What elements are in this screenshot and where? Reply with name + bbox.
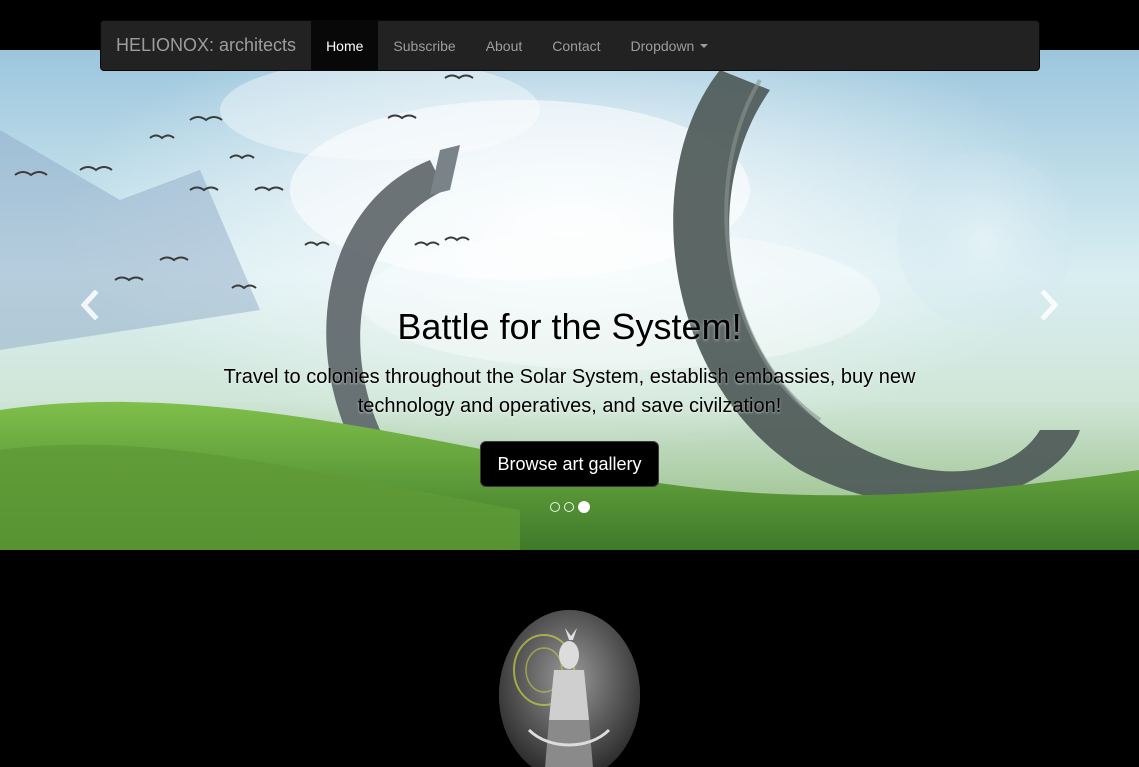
nav-item-dropdown[interactable]: Dropdown bbox=[616, 21, 724, 70]
nav-item-label: Contact bbox=[552, 37, 601, 54]
character-art-image bbox=[499, 610, 640, 767]
caret-down-icon bbox=[700, 43, 709, 48]
nav-item-subscribe[interactable]: Subscribe bbox=[378, 21, 470, 70]
nav-item-label: Dropdown bbox=[630, 37, 695, 54]
navbar: HELIONOX: architects Home Subscribe Abou… bbox=[100, 20, 1040, 71]
featured-circle-image bbox=[499, 610, 640, 767]
nav-item-label: Subscribe bbox=[393, 37, 456, 54]
carousel-heading: Battle for the System! bbox=[397, 306, 742, 347]
nav-item-about[interactable]: About bbox=[471, 21, 538, 70]
carousel-caption: Battle for the System! Travel to colonie… bbox=[0, 305, 1139, 487]
nav-item-label: Home bbox=[326, 37, 364, 54]
brand-link[interactable]: HELIONOX: architects bbox=[101, 21, 311, 70]
hero-carousel: Battle for the System! Travel to colonie… bbox=[0, 50, 1139, 550]
nav-item-home[interactable]: Home bbox=[311, 21, 379, 70]
nav-item-contact[interactable]: Contact bbox=[537, 21, 615, 70]
carousel-indicator-3[interactable] bbox=[577, 501, 590, 513]
carousel-description: Travel to colonies throughout the Solar … bbox=[223, 366, 916, 417]
browse-gallery-button[interactable]: Browse art gallery bbox=[480, 441, 659, 487]
carousel-indicator-2[interactable] bbox=[563, 502, 574, 512]
carousel-indicator-1[interactable] bbox=[549, 502, 560, 512]
carousel-indicators bbox=[0, 501, 1139, 513]
nav-item-label: About bbox=[485, 37, 523, 54]
nav-menu: Home Subscribe About Contact Dropdown bbox=[311, 21, 723, 70]
